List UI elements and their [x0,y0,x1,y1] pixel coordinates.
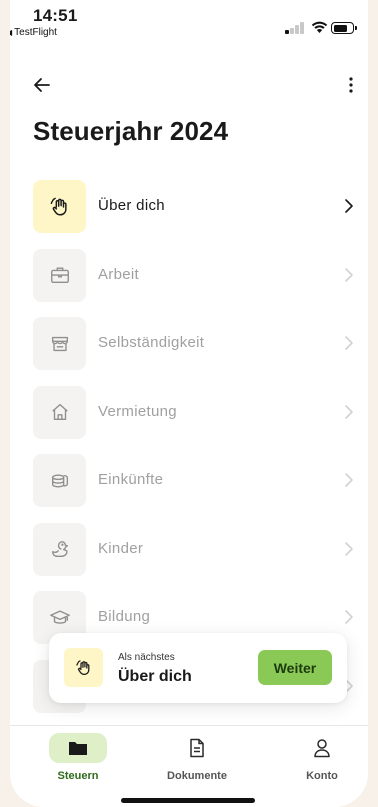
section-label: Einkünfte [98,471,164,488]
page-title: Steuerjahr 2024 [33,116,229,146]
more-options-icon[interactable] [344,74,358,96]
section-item-einkuenfte[interactable]: Einkünfte [10,454,368,523]
section-label: Arbeit [98,265,139,283]
next-step-card[interactable]: Als nächstes Über dich Weiter [49,633,347,703]
section-item-kinder[interactable]: Kinder [10,522,368,592]
section-item-arbeit[interactable]: Arbeit [10,248,368,318]
chevron-right-icon [345,473,353,487]
status-bar: 14:51 ◀TestFlight [10,0,368,44]
next-step-title: Über dich [118,668,192,685]
cellular-signal-icon [285,22,307,34]
section-icon-box [33,180,86,233]
briefcase-icon [50,267,69,284]
phone-screen: 14:51 ◀TestFlight Steuerjahr 2024 Über d… [10,0,368,807]
bottom-tab-bar: Steuern Dokumente Konto [10,725,368,807]
section-label: Über dich [98,197,165,214]
section-icon-box [33,454,86,507]
continue-button[interactable]: Weiter [258,650,332,685]
section-label: Kinder [98,539,144,557]
chevron-right-icon [345,267,353,282]
home-indicator [121,798,255,803]
chevron-right-icon [345,404,353,419]
chevron-right-icon [345,541,353,556]
status-time: 14:51 [33,6,78,25]
section-label: Selbständigkeit [98,334,205,351]
folder-icon [69,742,87,755]
next-step-caption: Als nächstes [118,652,175,663]
tab-pill [49,733,107,763]
section-icon-box [33,317,86,370]
tab-pill [168,733,226,763]
coins-icon [51,474,68,487]
chevron-right-icon [345,610,353,624]
next-step-icon-box [64,648,103,687]
section-label: Bildung [98,608,151,625]
store-icon [51,336,68,351]
section-item-vermietung[interactable]: Vermietung [10,385,368,455]
back-app-label: TestFlight [14,27,57,38]
tab-konto[interactable]: Konto [272,726,368,786]
wave-hand-icon [75,659,89,675]
section-icon-box [33,522,86,576]
wave-hand-icon [50,197,67,216]
section-icon-box [33,385,86,439]
document-icon [190,738,204,758]
section-icon-box [33,248,86,302]
battery-icon [331,22,357,34]
back-to-app-link[interactable]: ◀TestFlight [10,27,57,38]
graduation-cap-icon [49,609,70,624]
tab-label: Dokumente [167,770,227,782]
tab-label: Steuern [57,770,99,782]
duck-icon [51,541,68,558]
section-item-ueber-dich[interactable]: Über dich [10,180,368,249]
tab-pill [293,733,351,763]
wifi-icon [311,21,328,33]
chevron-right-icon [345,199,353,213]
section-label: Vermietung [98,402,177,420]
section-item-selbstaendigkeit[interactable]: Selbständigkeit [10,317,368,386]
tab-steuern[interactable]: Steuern [28,726,128,786]
tab-label: Konto [306,770,338,782]
tab-dokumente[interactable]: Dokumente [147,726,247,786]
house-icon [51,403,68,421]
person-icon [314,739,330,758]
back-arrow-icon[interactable] [31,74,53,96]
chevron-right-icon [345,336,353,350]
back-triangle-icon: ◀ [10,28,12,37]
